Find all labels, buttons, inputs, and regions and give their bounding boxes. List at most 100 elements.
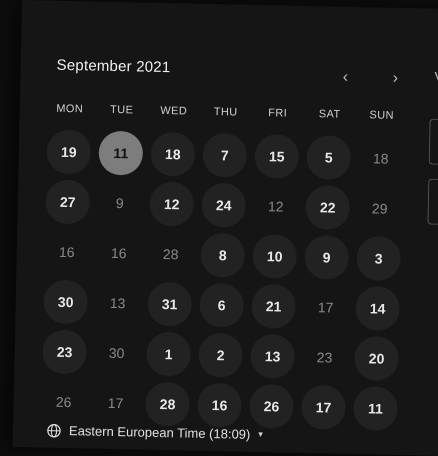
- available-day-button[interactable]: 13: [250, 334, 295, 379]
- unavailable-day: 9: [97, 181, 142, 226]
- available-day-button[interactable]: 2: [198, 333, 243, 378]
- chevron-right-icon: ›: [393, 70, 399, 88]
- day-cell: 1: [142, 329, 195, 380]
- day-cell: 26: [37, 376, 90, 427]
- timezone-label: Eastern European Time (18:09): [69, 423, 251, 442]
- unavailable-day: 30: [94, 331, 139, 376]
- day-cell: 24: [197, 180, 250, 231]
- weekday-header: MON TUE WED THU FRI SAT SUN: [44, 102, 414, 122]
- day-cell: 29: [353, 183, 406, 234]
- date-picker-panel: September 2021 ‹ › V MON TUE WED THU FRI…: [13, 0, 438, 456]
- month-title: September 2021: [56, 57, 170, 76]
- day-cell: 20: [350, 333, 403, 384]
- day-cell: 19: [42, 126, 95, 177]
- unavailable-day: 29: [357, 186, 402, 231]
- day-cell: 18: [146, 129, 199, 180]
- available-day-button[interactable]: 1: [146, 332, 191, 377]
- available-day-button[interactable]: 30: [43, 280, 88, 325]
- day-cell: 13: [246, 331, 299, 382]
- selected-day-button[interactable]: 11: [98, 131, 143, 176]
- day-cell: 12: [249, 181, 302, 232]
- day-cell: 5: [302, 132, 355, 183]
- available-day-button[interactable]: 5: [306, 135, 351, 180]
- day-cell: 17: [89, 378, 142, 429]
- weekday-sat: SAT: [304, 108, 356, 121]
- available-day-button[interactable]: 10: [252, 234, 297, 279]
- day-grid: 1911187155182791224122229161628810933013…: [37, 126, 413, 434]
- day-cell: 30: [90, 328, 143, 379]
- day-cell: 16: [193, 380, 246, 431]
- day-cell: 21: [247, 281, 300, 332]
- available-day-button[interactable]: 12: [149, 182, 194, 227]
- day-cell: 2: [194, 330, 247, 381]
- available-day-button[interactable]: 22: [305, 185, 350, 230]
- weekday-sun: SUN: [356, 109, 408, 122]
- unavailable-day: 28: [148, 232, 193, 277]
- available-day-button[interactable]: 7: [202, 133, 247, 178]
- unavailable-day: 23: [302, 335, 347, 380]
- day-cell: 22: [301, 182, 354, 233]
- globe-icon: [47, 423, 61, 437]
- available-day-button[interactable]: 27: [45, 180, 90, 225]
- day-cell: 3: [352, 233, 405, 284]
- day-cell: 23: [298, 332, 351, 383]
- available-day-button[interactable]: 14: [355, 286, 400, 331]
- available-day-button[interactable]: 15: [254, 134, 299, 179]
- available-day-button[interactable]: 6: [199, 283, 244, 328]
- weekday-wed: WED: [148, 105, 200, 118]
- unavailable-day: 16: [44, 230, 89, 275]
- day-cell: 9: [300, 232, 353, 283]
- available-day-button[interactable]: 19: [46, 130, 91, 175]
- day-cell: 10: [248, 231, 301, 282]
- caret-down-icon: ▾: [258, 429, 263, 440]
- timezone-selector[interactable]: Eastern European Time (18:09) ▾: [47, 423, 263, 443]
- available-day-button[interactable]: 28: [145, 382, 190, 427]
- available-day-button[interactable]: 23: [42, 330, 87, 375]
- day-cell: 7: [198, 130, 251, 181]
- available-day-button[interactable]: 8: [200, 233, 245, 278]
- day-cell: 13: [91, 278, 144, 329]
- available-day-button[interactable]: 26: [249, 384, 294, 429]
- available-day-button[interactable]: 16: [197, 383, 242, 428]
- available-day-button[interactable]: 11: [353, 386, 398, 431]
- previous-month-button[interactable]: ‹: [334, 67, 356, 89]
- day-cell: 15: [250, 131, 303, 182]
- available-day-button[interactable]: 20: [354, 336, 399, 381]
- available-day-button[interactable]: 17: [301, 385, 346, 430]
- day-cell: 30: [39, 276, 92, 327]
- next-month-button[interactable]: ›: [384, 68, 406, 90]
- weekday-tue: TUE: [96, 104, 148, 117]
- weekday-thu: THU: [200, 106, 252, 119]
- available-day-button[interactable]: 3: [356, 236, 401, 281]
- available-day-button[interactable]: 9: [304, 235, 349, 280]
- day-cell: 17: [299, 282, 352, 333]
- available-day-button[interactable]: 31: [147, 282, 192, 327]
- day-cell: 17: [297, 382, 350, 433]
- available-day-button[interactable]: 21: [251, 284, 296, 329]
- day-cell: 26: [245, 381, 298, 432]
- day-cell: 11: [349, 383, 402, 434]
- day-cell: 28: [144, 229, 197, 280]
- day-cell: 31: [143, 279, 196, 330]
- day-cell: 27: [41, 176, 94, 227]
- available-day-button[interactable]: 18: [150, 132, 195, 177]
- day-cell: 28: [141, 379, 194, 430]
- side-slot-box[interactable]: [429, 119, 438, 165]
- day-cell: 6: [195, 280, 248, 331]
- day-cell: 23: [38, 326, 91, 377]
- day-cell: 16: [40, 226, 93, 277]
- unavailable-day: 18: [358, 136, 403, 181]
- unavailable-day: 12: [253, 184, 298, 229]
- side-panel-letter: V: [434, 69, 438, 85]
- day-cell: 16: [92, 228, 145, 279]
- day-cell: 18: [354, 133, 407, 184]
- side-slot-box[interactable]: [427, 179, 438, 225]
- day-cell: 14: [351, 283, 404, 334]
- unavailable-day: 17: [93, 381, 138, 426]
- available-day-button[interactable]: 24: [201, 183, 246, 228]
- day-cell: 9: [93, 178, 146, 229]
- weekday-fri: FRI: [252, 107, 304, 120]
- unavailable-day: 16: [96, 231, 141, 276]
- unavailable-day: 26: [41, 380, 86, 425]
- day-cell: 8: [196, 230, 249, 281]
